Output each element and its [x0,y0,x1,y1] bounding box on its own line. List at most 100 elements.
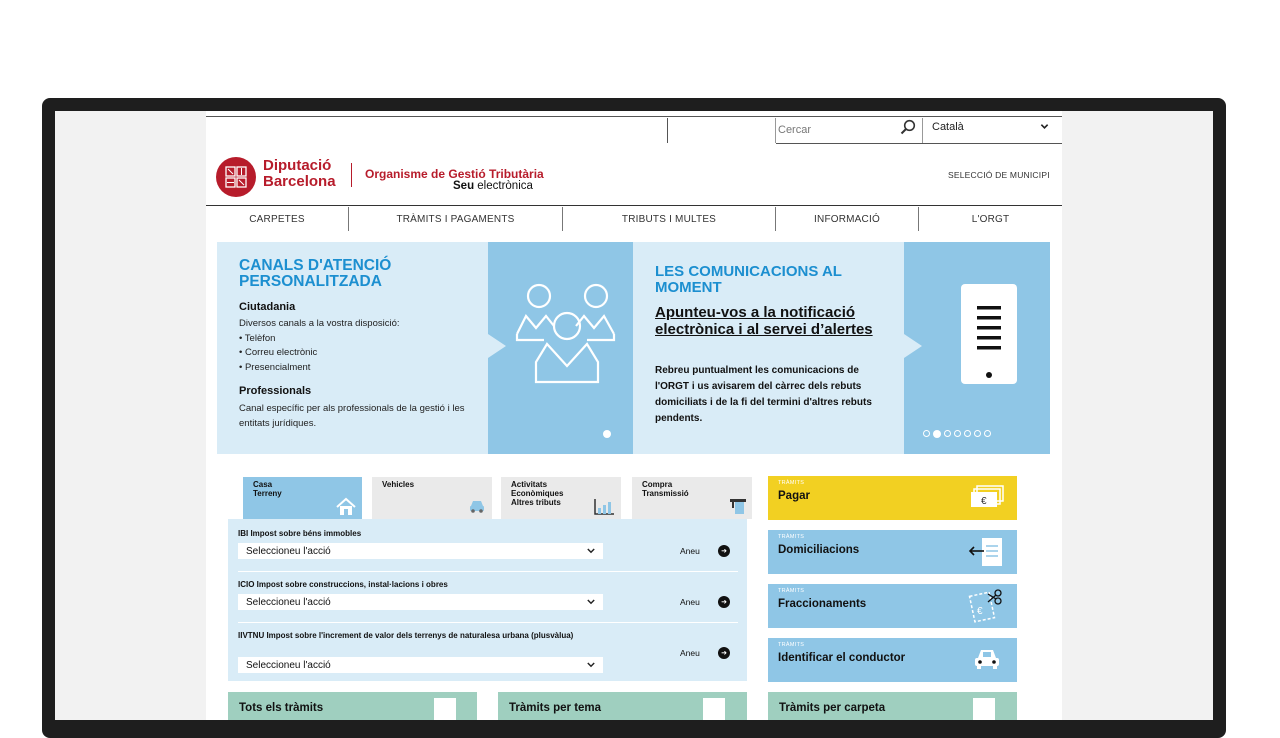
tab-compra[interactable]: Compra Transmissió [632,477,752,519]
nav-item-orgt[interactable]: L'ORGT [919,207,1062,231]
svg-text:€: € [977,606,983,617]
tax-panel: IBI Impost sobre béns immobles Seleccion… [228,519,747,681]
bar-chart-icon [594,499,614,515]
chevron-down-icon[interactable] [1040,122,1049,134]
action-card-pagar[interactable]: TRÀMITS Pagar € [768,476,1017,520]
go-label[interactable]: Aneu [680,648,700,658]
card-title: Tots els tràmits [239,702,324,714]
notification-signup-link[interactable]: Apunteu-vos a la notificació electrònica… [655,304,885,338]
car-icon [470,501,484,513]
select-value: Seleccioneu l'acció [246,596,331,608]
row-divider [238,622,738,623]
professionals-heading: Professionals [239,385,312,397]
top-divider [206,116,1062,117]
nav-item-tributs[interactable]: TRIBUTS I MULTES [563,207,775,231]
banner-right-text: Rebreu puntualment les comunicacions de … [655,365,872,424]
action-card-identificar-conductor[interactable]: TRÀMITS Identificar el conductor [768,638,1017,682]
chevron-down-icon [587,548,595,554]
nav-item-tramits[interactable]: TRÀMITS I PAGAMENTS [349,207,562,231]
logo-divider [351,163,352,187]
go-arrow-icon[interactable]: ➜ [718,545,730,557]
svg-text:€: € [981,496,987,507]
carousel-dot-active[interactable] [933,430,941,438]
ciutadania-text: Diversos canals a la vostra disposició: … [239,317,400,375]
tab-vehicles[interactable]: Vehicles [372,477,492,519]
select-value: Seleccioneu l'acció [246,545,331,557]
tab-label: Casa [253,480,273,489]
topbar-divider [776,143,1062,144]
ciutadania-intro: Diversos canals a la vostra disposició: [239,318,400,329]
topbar-divider [775,118,776,143]
logo-line: Diputació [263,157,332,174]
chevron-down-icon [587,599,595,605]
nav-item-carpetes[interactable]: CARPETES [206,207,348,231]
diputacio-logo-icon[interactable] [216,157,256,197]
action-select[interactable]: Seleccioneu l'acció [238,594,603,610]
carousel-dot[interactable] [954,430,961,437]
scissors-document-icon: € [968,589,1002,623]
card-title: Tràmits per tema [509,702,602,714]
tab-label: Transmissió [642,489,689,498]
tab-casa[interactable]: Casa Terreny [243,477,362,519]
logo-wordmark[interactable]: Diputació Barcelona [263,158,336,190]
banner-left-title: CANALS D'ATENCIÓ PERSONALITZADA [239,257,392,290]
document-icon [434,698,456,720]
action-select[interactable]: Seleccioneu l'acció [238,543,603,559]
banner-right-title: LES COMUNICACIONS AL MOMENT [655,263,842,296]
topbar-divider [667,118,668,143]
mobile-phone-icon [904,284,1017,384]
logo-line: Barcelona [263,173,336,190]
car-icon [975,650,999,669]
action-card-fraccionaments[interactable]: TRÀMITS Fraccionaments € [768,584,1017,628]
select-value: Seleccioneu l'acció [246,659,331,671]
document-arrow-icon [968,538,1002,566]
chevron-down-icon [587,662,595,668]
tax-label: IBI Impost sobre béns immobles [238,529,362,538]
channel-item: • Telèfon [239,332,276,344]
tax-label: ICIO Impost sobre construccions, instal·… [238,580,448,589]
go-arrow-icon[interactable]: ➜ [718,596,730,608]
tax-label: IIVTNU Impost sobre l'increment de valor… [238,631,574,640]
tab-label: Activitats [511,480,548,489]
professionals-text: Canal específic per als professionals de… [239,403,465,429]
banner-illustration [904,242,1050,454]
ciutadania-heading: Ciutadania [239,301,296,313]
action-select[interactable]: Seleccioneu l'acció [238,657,603,673]
card-title: Tràmits per carpeta [779,702,886,714]
carousel-dot[interactable] [923,430,930,437]
channel-item: • Correu electrònic [239,347,318,358]
banner-illustration [488,242,633,454]
seu-rest: electrònica [474,180,533,192]
channel-item: • Presencialment [239,361,311,373]
hero-banner: CANALS D'ATENCIÓ PERSONALITZADA Ciutadan… [217,242,1050,454]
seu-bold: Seu [453,180,475,192]
house-icon [336,497,356,515]
nav-item-informacio[interactable]: INFORMACIÓ [776,207,918,231]
search-input[interactable] [778,120,893,140]
topbar-divider [922,118,923,143]
seu-electronica-label: Seu electrònica [453,180,533,192]
row-divider [238,571,738,572]
card-tots-tramits[interactable]: Tots els tràmits [228,692,477,720]
action-card-domiciliacions[interactable]: TRÀMITS Domiciliacions [768,530,1017,574]
go-label[interactable]: Aneu [680,546,700,556]
tab-label: Econòmiques [511,489,564,498]
browser-viewport: Català Diputació Barcelona Organisme de … [55,111,1213,720]
carousel-dot[interactable] [984,430,991,437]
card-tramits-carpeta[interactable]: Tràmits per carpeta [768,692,1017,720]
tab-activitats[interactable]: Activitats Econòmiques Altres tributs [501,477,621,519]
carousel-dot[interactable] [974,430,981,437]
municipality-selector-link[interactable]: SELECCIÓ DE MUNICIPI [948,170,1050,180]
carousel-dots [923,430,991,438]
go-label[interactable]: Aneu [680,597,700,607]
carousel-dot[interactable] [964,430,971,437]
carousel-dot[interactable] [944,430,951,437]
card-tramits-tema[interactable]: Tràmits per tema [498,692,747,720]
search-icon[interactable] [900,119,916,135]
tab-label: Vehicles [382,480,415,489]
language-select[interactable]: Català [932,121,964,133]
go-arrow-icon[interactable]: ➜ [718,647,730,659]
euro-notes-icon: € [971,485,1004,507]
document-icon [973,698,995,720]
org-title: Organisme de Gestió Tributària [365,167,544,181]
